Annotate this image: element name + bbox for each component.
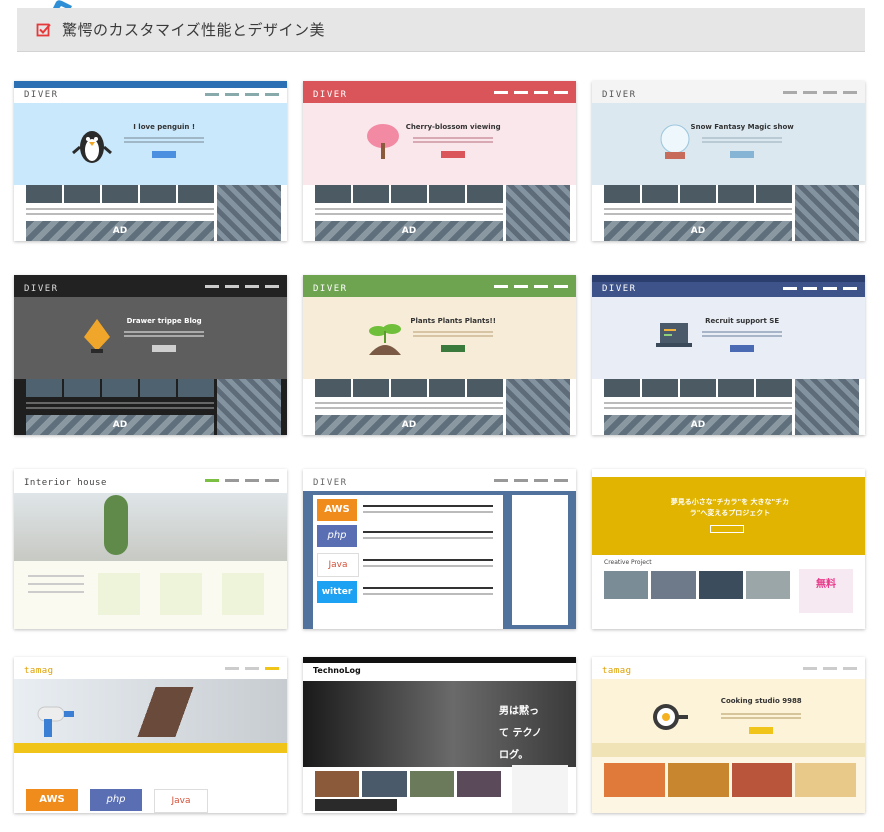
cherry-tree-illustration-icon: [367, 124, 399, 159]
thumb-title: Cherry-blossom viewing: [405, 123, 501, 131]
thumb-ad: AD: [26, 415, 214, 435]
thumb-logo: Interior house: [24, 478, 107, 488]
java-logo: Java: [154, 789, 208, 813]
creative-project-label: Creative Project: [604, 559, 652, 566]
laptop-illustration-icon: [656, 323, 692, 347]
thumb-title: Recruit support SE: [705, 317, 780, 325]
theme-thumbnail-drawer[interactable]: DIVER Drawer trippe Blog AD: [14, 275, 287, 435]
theme-thumbnail-tamag-blog[interactable]: tamag AWS php Java: [14, 657, 287, 813]
snow-globe-illustration-icon: [660, 124, 690, 159]
thumb-logo: tamag: [602, 666, 632, 676]
theme-thumbnail-tech-blog[interactable]: DIVER AWS php Java witter: [303, 469, 576, 629]
free-label: 無料: [799, 569, 853, 613]
thumb-title: Snow Fantasy Magic show: [690, 123, 794, 131]
thumb-title: Cooking studio 9988: [720, 697, 802, 705]
thumb-title: I love penguin !: [133, 123, 196, 131]
aws-logo: AWS: [26, 789, 78, 811]
thumb-logo: DIVER: [602, 90, 637, 100]
theme-thumbnail-penguin[interactable]: DIVER I love penguin ! AD: [14, 81, 287, 241]
thumb-logo: DIVER: [24, 284, 59, 294]
sprout-illustration-icon: [369, 324, 401, 355]
theme-thumbnail-cooking-studio[interactable]: tamag Cooking studio 9988: [592, 657, 865, 813]
thumb-logo: DIVER: [313, 478, 348, 488]
thumb-logo: DIVER: [313, 284, 348, 294]
thumb-ad: AD: [26, 221, 214, 241]
thumb-logo: DIVER: [313, 90, 348, 100]
thumb-logo: DIVER: [24, 90, 59, 100]
theme-thumbnail-snow-fantasy[interactable]: DIVER Snow Fantasy Magic show AD: [592, 81, 865, 241]
theme-thumbnail-plants[interactable]: DIVER Plants Plants Plants!! AD: [303, 275, 576, 435]
theme-thumbnail-recruit[interactable]: DIVER Recruit support SE AD: [592, 275, 865, 435]
thumb-ad: AD: [604, 415, 792, 435]
java-logo: Java: [317, 553, 359, 577]
php-logo: php: [90, 789, 142, 811]
thumb-logo: DIVER: [602, 284, 637, 294]
theme-thumbnail-cherry-blossom[interactable]: DIVER Cherry-blossom viewing AD: [303, 81, 576, 241]
php-logo: php: [317, 525, 357, 547]
penguin-illustration-icon: [72, 131, 112, 163]
twitter-logo: witter: [317, 581, 357, 603]
section-heading: 驚愕のカスタマイズ性能とデザイン美: [17, 8, 865, 52]
theme-thumbnail-interior-house[interactable]: Interior house: [14, 469, 287, 629]
thumb-title: Plants Plants Plants!!: [410, 317, 496, 325]
frying-pan-egg-illustration-icon: [653, 704, 688, 730]
thumb-logo: TechnoLog: [313, 666, 361, 675]
checkbox-check-icon: [36, 23, 51, 36]
thumb-logo: tamag: [24, 666, 54, 676]
thumb-ad: AD: [604, 221, 792, 241]
hair-dryer-illustration-icon: [37, 706, 74, 737]
pen-nib-illustration-icon: [84, 319, 110, 353]
thumb-ad: AD: [315, 415, 503, 435]
thumb-title: 夢見る小さな"チカラ"を 大きな"チカラ"へ変えるプロジェクト: [670, 498, 790, 517]
thumb-title: Drawer trippe Blog: [126, 317, 202, 325]
aws-logo: AWS: [317, 499, 357, 521]
thumb-title: 男は黙って テクノログ。: [499, 706, 542, 761]
section-heading-text: 驚愕のカスタマイズ性能とデザイン美: [62, 21, 326, 39]
theme-thumbnail-technolog[interactable]: TechnoLog 男は黙って テクノログ。: [303, 657, 576, 813]
thumb-ad: AD: [315, 221, 503, 241]
theme-thumbnail-creative-project[interactable]: 夢見る小さな"チカラ"を 大きな"チカラ"へ変えるプロジェクト Creative…: [592, 469, 865, 629]
